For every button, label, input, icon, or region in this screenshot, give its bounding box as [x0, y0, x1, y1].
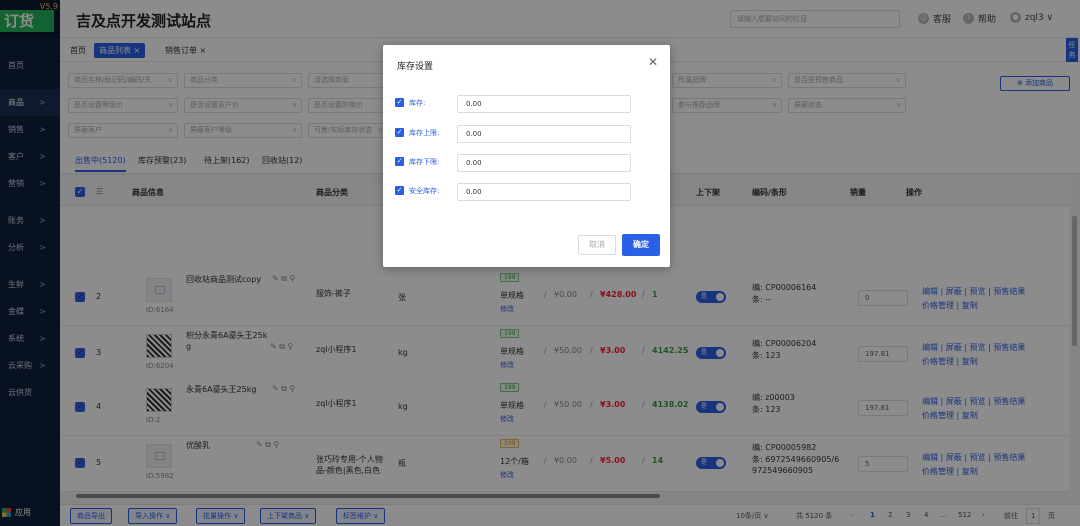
- stock-min-row: ✓ 库存下限: 0.00: [395, 154, 660, 172]
- safety-stock-row: ✓ 安全库存: 0.00: [395, 183, 660, 201]
- cancel-button[interactable]: 取消: [578, 235, 616, 255]
- stock-min-checkbox[interactable]: ✓: [395, 157, 404, 166]
- stock-row: ✓ 库存: 0.00: [395, 95, 660, 113]
- safety-stock-checkbox[interactable]: ✓: [395, 186, 404, 195]
- stock-min-label: 库存下限:: [409, 158, 440, 166]
- stock-settings-dialog: 库存设置 ✕ ✓ 库存: 0.00 ✓ 库存上限: 0.00 ✓ 库存下限: 0…: [383, 45, 670, 267]
- confirm-button[interactable]: 确定: [622, 234, 660, 256]
- stock-max-label: 库存上限:: [409, 129, 440, 137]
- dialog-title: 库存设置: [397, 62, 434, 72]
- safety-stock-input[interactable]: 0.00: [457, 183, 631, 201]
- stock-max-input[interactable]: 0.00: [457, 125, 631, 143]
- close-icon[interactable]: ✕: [648, 55, 658, 69]
- stock-max-row: ✓ 库存上限: 0.00: [395, 125, 660, 143]
- stock-max-checkbox[interactable]: ✓: [395, 128, 404, 137]
- stock-checkbox[interactable]: ✓: [395, 98, 404, 107]
- stock-label: 库存:: [409, 99, 426, 107]
- safety-stock-label: 安全库存:: [409, 187, 440, 195]
- stock-min-input[interactable]: 0.00: [457, 154, 631, 172]
- stock-input[interactable]: 0.00: [457, 95, 631, 113]
